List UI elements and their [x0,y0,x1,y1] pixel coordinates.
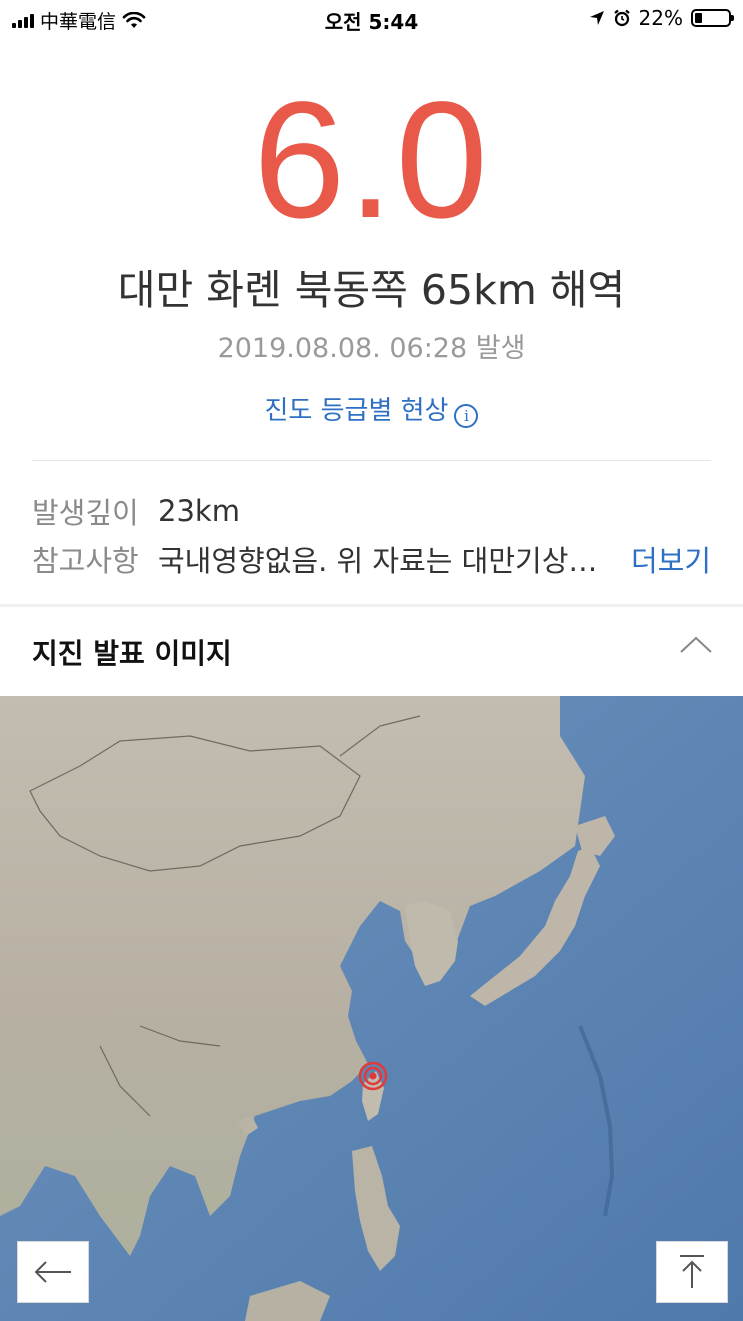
info-icon: i [454,404,479,428]
note-value: 국내영향없음. 위 자료는 대만기상국 자료를 인용한 것입니다. [158,544,617,578]
section-separator [0,604,743,607]
occurred-time: 2019.08.08. 06:28 발생 [217,333,526,364]
more-link[interactable]: 더보기 [631,538,711,580]
epicenter-location: 대만 화롄 북동쪽 65km 해역 [117,266,626,314]
note-label: 참고사항 [32,544,139,578]
epicenter-marker [358,1061,388,1091]
chevron-up-icon[interactable] [679,628,713,662]
battery-percent: 22% [638,6,683,30]
alarm-icon [613,9,630,27]
status-right: 22% [589,6,734,30]
depth-value: 23km [158,494,240,528]
battery-icon [691,9,734,27]
location-arrow-icon [589,11,604,25]
arrow-left-icon [34,1261,71,1283]
back-button[interactable] [17,1241,89,1303]
scroll-top-button[interactable] [656,1241,728,1303]
arrow-up-to-top-icon [680,1255,704,1288]
earthquake-map[interactable] [0,696,743,1321]
intensity-scale-link[interactable]: 진도 등급별 현상 i [0,390,743,428]
intensity-scale-label: 진도 등급별 현상 [264,396,449,426]
divider [32,460,711,461]
status-bar: 中華電信 오전 5:44 22% [0,0,743,38]
magnitude-value: 6.0 [253,68,490,253]
note-row: 참고사항 국내영향없음. 위 자료는 대만기상국 자료를 인용한 것입니다. 더… [32,538,711,580]
depth-row: 발생깊이 23km [32,490,711,532]
section-title: 지진 발표 이미지 [32,637,232,670]
depth-label: 발생깊이 [32,496,139,530]
